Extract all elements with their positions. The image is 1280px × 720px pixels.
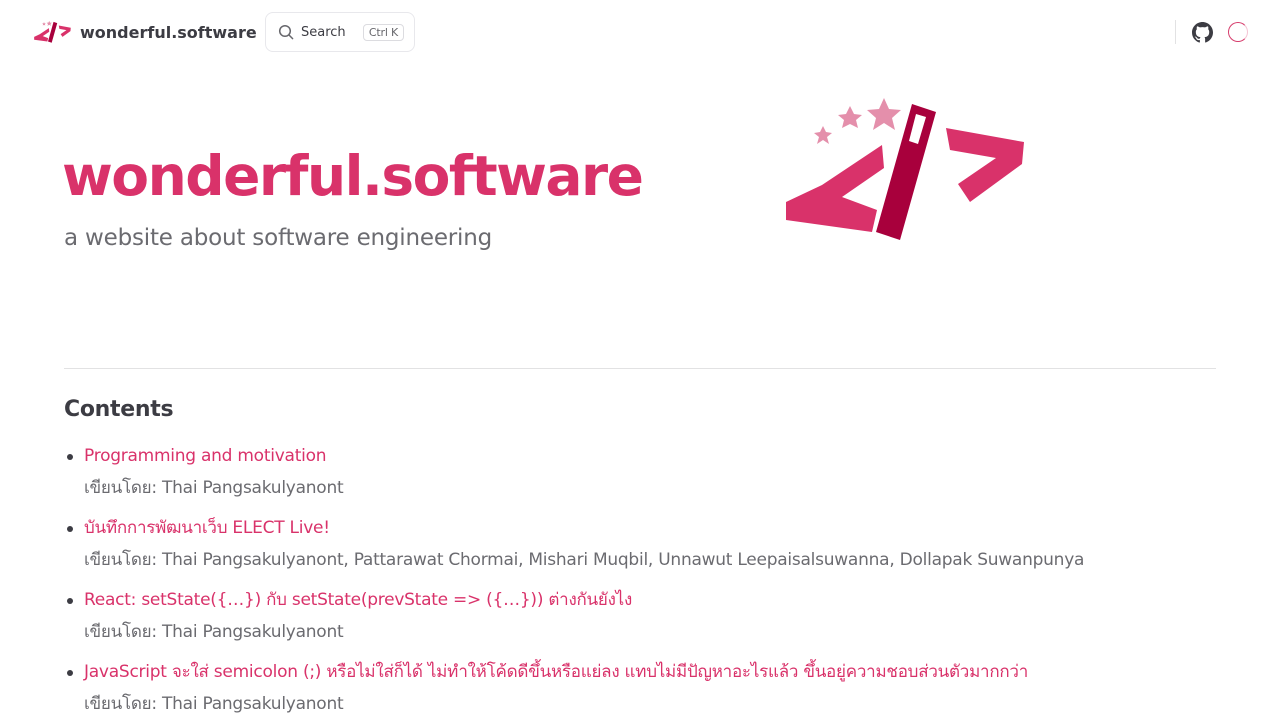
post-byline: เขียนโดย: Thai Pangsakulyanont <box>84 622 344 642</box>
site-title: wonderful.software <box>80 22 257 42</box>
post-link[interactable]: Programming and motivation <box>84 440 327 472</box>
list-item: React: setState({…}) กับ setState(prevSt… <box>64 584 1244 656</box>
search-button[interactable]: Search Ctrl K <box>265 12 415 52</box>
bullet <box>67 670 73 676</box>
post-link[interactable]: JavaScript จะใส่ semicolon (;) หรือไม่ใส… <box>84 656 1028 688</box>
list-item: Programming and motivation เขียนโดย: Tha… <box>64 440 1244 512</box>
code-wand-logo-icon <box>34 20 71 43</box>
github-link[interactable] <box>1190 20 1214 44</box>
bullet <box>67 598 73 604</box>
post-byline: เขียนโดย: Thai Pangsakulyanont, Pattaraw… <box>84 550 1085 570</box>
search-label: Search <box>301 24 346 40</box>
post-byline: เขียนโดย: Thai Pangsakulyanont <box>84 478 344 498</box>
bullet <box>67 454 73 460</box>
section-divider <box>64 368 1216 369</box>
search-shortcut: Ctrl K <box>362 23 404 41</box>
list-item: บันทึกการพัฒนาเว็บ ELECT Live! เขียนโดย:… <box>64 512 1244 584</box>
post-link[interactable]: React: setState({…}) กับ setState(prevSt… <box>84 584 632 616</box>
nav-divider <box>1175 20 1176 44</box>
post-byline: เขียนโดย: Thai Pangsakulyanont <box>84 694 344 714</box>
search-icon <box>278 24 294 40</box>
post-link[interactable]: บันทึกการพัฒนาเว็บ ELECT Live! <box>84 512 330 544</box>
list-item: JavaScript จะใส่ semicolon (;) หรือไม่ใส… <box>64 656 1244 720</box>
code-wand-hero-image <box>786 98 1024 240</box>
bullet <box>67 526 73 532</box>
hero-title: wonderful.software <box>62 144 644 208</box>
contents-heading: Contents <box>64 397 174 422</box>
post-list: Programming and motivation เขียนโดย: Tha… <box>64 440 1244 720</box>
github-icon <box>1191 21 1213 42</box>
loading-spinner-icon[interactable] <box>1228 22 1248 42</box>
hero-tagline: a website about software engineering <box>64 225 492 251</box>
site-home-link[interactable]: wonderful.software <box>32 18 257 46</box>
top-nav: wonderful.software Search Ctrl K <box>0 0 1280 64</box>
